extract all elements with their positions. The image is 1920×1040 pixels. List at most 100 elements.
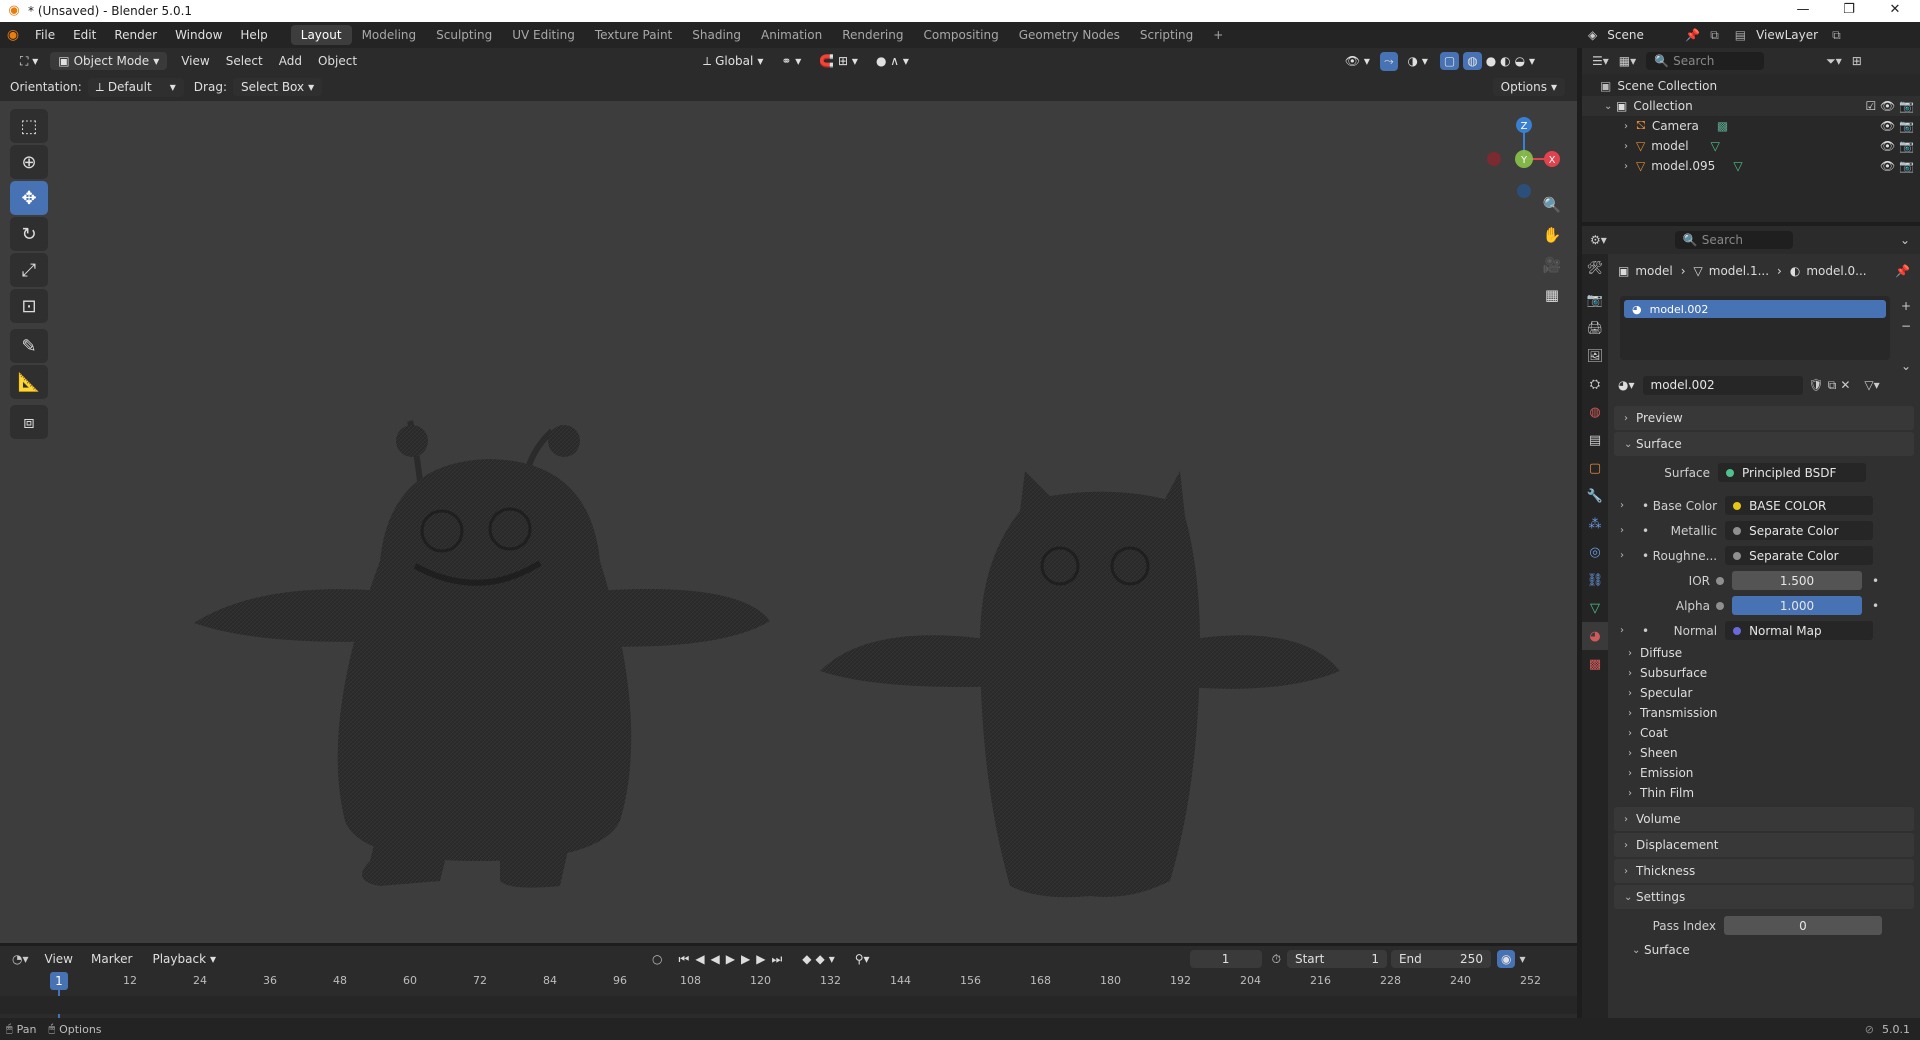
add-cube-tool[interactable]: ⧈: [10, 405, 48, 439]
chevron-down-icon[interactable]: ⌄: [1900, 233, 1910, 247]
stopwatch-icon[interactable]: ⏱: [1272, 952, 1281, 967]
panel-volume[interactable]: › Volume: [1614, 807, 1914, 831]
view-layer-icon[interactable]: ▤: [1735, 28, 1746, 42]
collection-tab-icon[interactable]: ▤: [1582, 426, 1608, 454]
material-slot-list[interactable]: ◕ model.002: [1620, 296, 1890, 360]
mesh-data-icon[interactable]: ▽: [1733, 159, 1742, 173]
xray-icon[interactable]: ▢: [1439, 52, 1460, 70]
shading-solid-icon[interactable]: ●: [1484, 52, 1498, 70]
camera-view-icon[interactable]: 🎥: [1538, 251, 1566, 279]
chevron-down-icon[interactable]: ▾: [1519, 952, 1525, 966]
bsdf-input-field[interactable]: BASE COLOR: [1725, 496, 1874, 515]
scale-tool[interactable]: ⤢: [10, 253, 48, 287]
particles-tab-icon[interactable]: ⁂: [1582, 510, 1608, 538]
overlay-icon[interactable]: ◑ ▾: [1400, 52, 1436, 70]
shading-wireframe-icon[interactable]: ◍: [1463, 52, 1482, 70]
clock-icon[interactable]: ◔▾: [12, 952, 29, 966]
move-tool[interactable]: ✥: [10, 181, 48, 215]
menu-select[interactable]: Select: [226, 54, 263, 68]
tab-compositing[interactable]: Compositing: [913, 25, 1008, 45]
subpanel-thin-film[interactable]: › Thin Film: [1608, 783, 1920, 803]
navigation-gizmo[interactable]: Z Y X: [1480, 109, 1560, 199]
subpanel-transmission[interactable]: › Transmission: [1608, 703, 1920, 723]
material-fake-user-icon[interactable]: 🛡: [1809, 378, 1824, 392]
auto-key-icon[interactable]: ⚲▾: [855, 952, 870, 966]
orientation-dropdown[interactable]: ⟂ Default ▾: [87, 77, 184, 97]
chevron-right-icon[interactable]: ›: [1620, 525, 1632, 536]
subpanel-sheen[interactable]: › Sheen: [1608, 743, 1920, 763]
measure-tool[interactable]: 📐: [10, 365, 48, 399]
scene-tab-icon[interactable]: ⛭: [1582, 370, 1608, 398]
properties-search[interactable]: 🔍 Search: [1674, 231, 1793, 249]
menu-add[interactable]: Add: [279, 54, 302, 68]
tab-uv-editing[interactable]: UV Editing: [502, 25, 585, 45]
pan-hand-icon[interactable]: ✋: [1538, 221, 1566, 249]
view-layer-tab-icon[interactable]: 🖼: [1582, 342, 1608, 370]
menu-render[interactable]: Render: [105, 28, 166, 42]
display-mode-icon[interactable]: ▦▾: [1619, 54, 1636, 68]
panel-settings[interactable]: ⌄ Settings: [1614, 885, 1914, 909]
chevron-right-icon[interactable]: ›: [1624, 121, 1636, 132]
zoom-icon[interactable]: 🔍: [1538, 191, 1566, 219]
outliner-item-camera[interactable]: › ⛞ Camera ▩ 👁 📷: [1582, 116, 1920, 136]
subpanel-coat[interactable]: › Coat: [1608, 723, 1920, 743]
render-tab-icon[interactable]: 📷: [1582, 286, 1608, 314]
options-dropdown[interactable]: Options ▾: [1492, 78, 1565, 96]
keyframe-dot-icon[interactable]: •: [1872, 574, 1879, 588]
normal-field[interactable]: Normal Map: [1725, 621, 1874, 640]
rotate-tool[interactable]: ↻: [10, 217, 48, 251]
outliner-item-model[interactable]: › ▽ model ▽ 👁 📷: [1582, 136, 1920, 156]
subpanel-subsurface[interactable]: › Subsurface: [1608, 663, 1920, 683]
timeline-menu-marker[interactable]: Marker: [91, 952, 132, 966]
keyframe-nav-icons[interactable]: ◆◆▾: [802, 952, 838, 966]
timeline-track[interactable]: [0, 996, 1577, 1014]
chevron-right-icon[interactable]: ›: [1620, 550, 1632, 561]
data-tab-icon[interactable]: ▽: [1582, 594, 1608, 622]
material-tab-icon[interactable]: ◕: [1582, 622, 1608, 650]
duplicate-material-icon[interactable]: ⧉: [1828, 378, 1837, 393]
tab-texture-paint[interactable]: Texture Paint: [585, 25, 682, 45]
panel-preview[interactable]: › Preview: [1614, 406, 1914, 430]
pivot-icon[interactable]: ⚭ ▾: [773, 52, 809, 70]
browse-material-icon[interactable]: ◕▾: [1618, 378, 1635, 392]
tab-geometry-nodes[interactable]: Geometry Nodes: [1009, 25, 1130, 45]
tab-animation[interactable]: Animation: [751, 25, 832, 45]
settings-surface-subpanel[interactable]: ⌄ Surface: [1608, 938, 1920, 962]
world-tab-icon[interactable]: ◍: [1582, 398, 1608, 426]
material-slot-item[interactable]: ◕ model.002: [1624, 300, 1886, 318]
scene-icon[interactable]: ◈: [1588, 28, 1597, 42]
timeline-menu-view[interactable]: View: [45, 952, 73, 966]
timeline[interactable]: 1 12 24 36 48 60 72 84 96 108 120 132 144 156 168 180 19…: [0, 972, 1577, 1018]
properties-editor-icon[interactable]: ⚙▾: [1590, 233, 1607, 247]
playhead[interactable]: 1: [50, 972, 68, 990]
panel-displacement[interactable]: › Displacement: [1614, 833, 1914, 857]
playback-controls[interactable]: ⏮◀◀▶▶▶⏭: [679, 952, 789, 967]
chevron-right-icon[interactable]: ›: [1620, 500, 1632, 511]
start-frame-field[interactable]: Start 1: [1286, 950, 1387, 968]
chevron-right-icon[interactable]: ›: [1624, 161, 1636, 172]
blender-menu-icon[interactable]: ◉: [0, 27, 26, 43]
scene-models[interactable]: [180, 301, 1440, 921]
object-tab-icon[interactable]: ▢: [1582, 454, 1608, 482]
scene-name[interactable]: Scene: [1607, 28, 1677, 42]
current-frame-field[interactable]: 1: [1189, 950, 1262, 968]
perspective-grid-icon[interactable]: ▦: [1538, 281, 1566, 309]
model-antenna-creature[interactable]: [194, 420, 770, 888]
collection-row[interactable]: ⌄ ▣ Collection ☑ 👁 📷: [1582, 96, 1920, 116]
link-dropdown-icon[interactable]: ▽▾: [1864, 378, 1879, 392]
tab-rendering[interactable]: Rendering: [832, 25, 913, 45]
tab-shading[interactable]: Shading: [682, 25, 751, 45]
snap-icon[interactable]: 🧲 ⊞ ▾: [811, 52, 866, 70]
bsdf-input-field[interactable]: Separate Color: [1725, 546, 1874, 565]
pin-icon[interactable]: 📌: [1685, 28, 1700, 42]
tab-modeling[interactable]: Modeling: [352, 25, 427, 45]
annotate-tool[interactable]: ✎: [10, 329, 48, 363]
select-box-tool[interactable]: ⬚: [10, 109, 48, 143]
material-name-field[interactable]: model.002: [1642, 375, 1803, 395]
close-button[interactable]: ✕: [1872, 0, 1918, 22]
transform-tool[interactable]: ⊡: [10, 289, 48, 323]
scene-collection-row[interactable]: ▣ Scene Collection: [1582, 76, 1920, 96]
panel-thickness[interactable]: › Thickness: [1614, 859, 1914, 883]
mode-dropdown[interactable]: ▣ Object Mode ▾: [50, 52, 168, 70]
surface-shader-field[interactable]: Principled BSDF: [1718, 463, 1866, 482]
